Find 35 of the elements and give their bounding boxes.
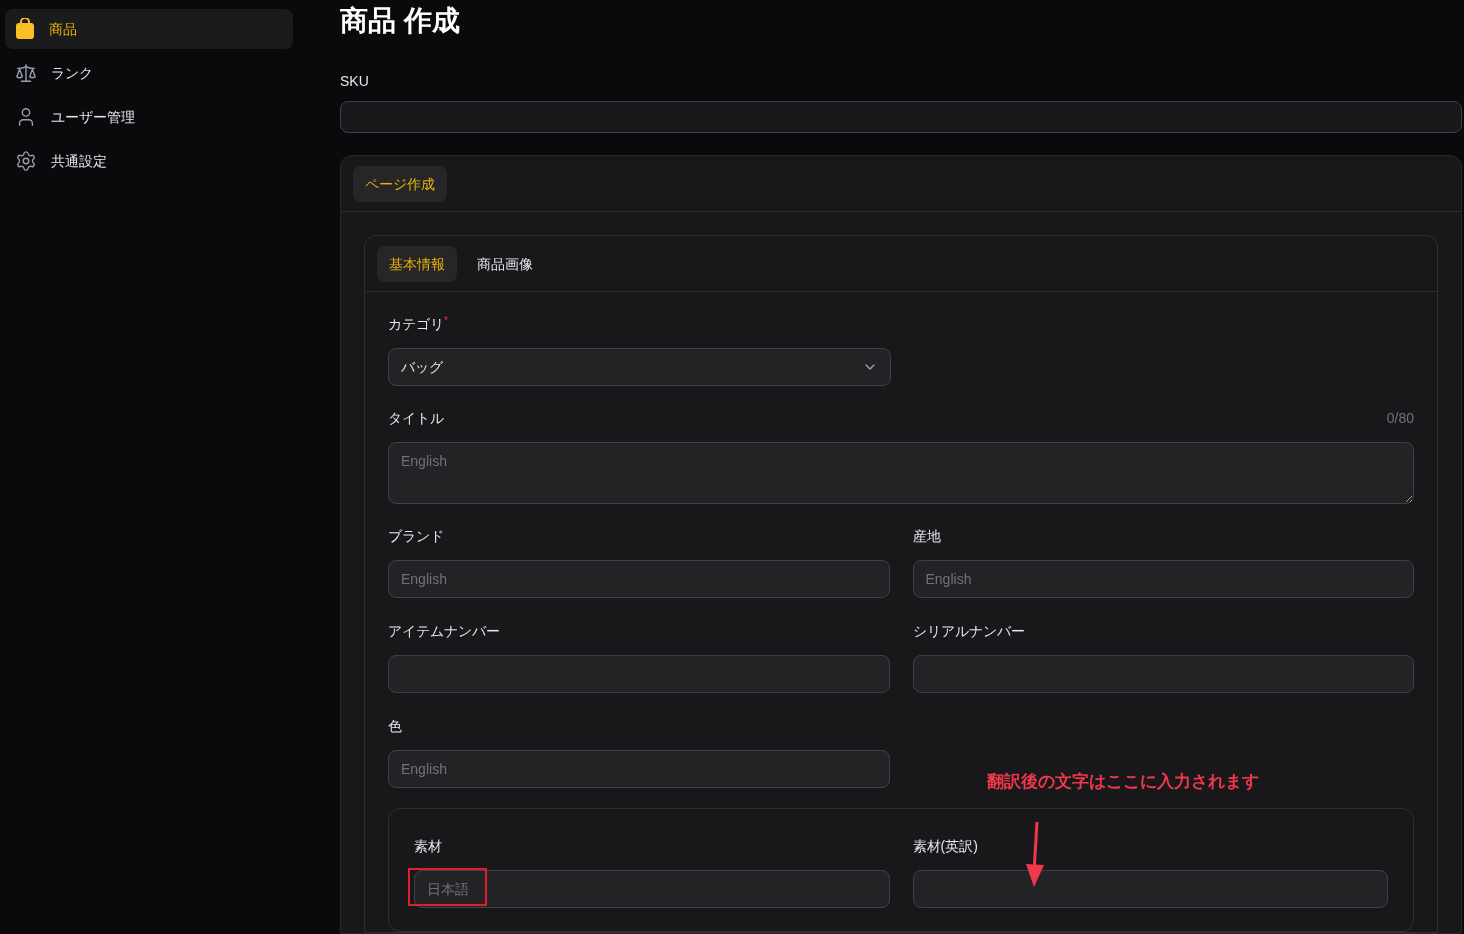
tab[interactable]: 基本情報 [377,245,457,282]
tab[interactable]: ページ作成 [353,165,447,202]
required-mark: * [444,315,448,326]
text-field[interactable] [912,655,1414,693]
text-field[interactable] [912,870,1388,908]
field-label: シリアルナンバー [912,622,1026,641]
character-counter: 0/80 [1386,409,1414,428]
field-label: タイトル [388,409,444,428]
text-field[interactable]: English [388,560,890,598]
field-label: アイテムナンバー [388,622,501,641]
annotation-text: 翻訳後の文字はここに入力されます [987,770,1260,793]
text-field[interactable]: English [388,750,890,788]
field-label: 色 [388,717,403,736]
sidebar-item[interactable]: 商品 [5,9,293,49]
title-field[interactable]: English [388,442,1414,504]
sku-field[interactable] [340,101,1462,133]
sidebar-item[interactable]: ランク [5,53,293,93]
text-field[interactable]: 日本語 [414,870,890,908]
page-title: 商品 作成 [340,7,461,35]
field-label: 産地 [912,527,942,546]
field-label: ブランド [388,527,445,546]
arrow [1024,822,1045,888]
scale-icon [15,62,37,84]
settings-icon [15,150,37,172]
text-field[interactable] [388,655,890,693]
sidebar-item[interactable]: ユーザー管理 [5,97,293,137]
field-label: 素材 [414,837,443,856]
field-label: SKU [340,72,370,91]
shopping-bag-icon [15,18,35,40]
field-label: 素材(英訳) [912,837,979,856]
sidebar-item[interactable]: 共通設定 [5,141,293,181]
tab[interactable]: 商品画像 [465,245,545,282]
text-field[interactable]: English [912,560,1414,598]
category-select[interactable]: バッグ [388,348,891,386]
field-label: カテゴリ$^{*}$ [388,314,449,334]
